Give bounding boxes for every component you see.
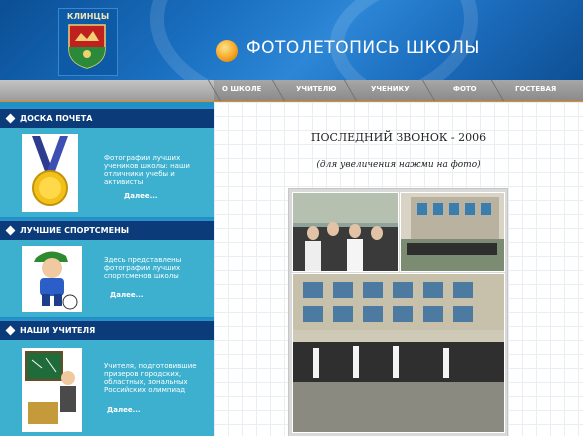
best-athletes-more-link[interactable]: Далее... xyxy=(110,291,144,299)
sidebar-section-best-athletes: ЛУЧШИЕ СПОРТСМЕНЫ Здесь представлены фот… xyxy=(0,219,214,317)
sidebar-section-honor-board: ДОСКА ПОЧЕТА Фотографии лучших учеников … xyxy=(0,107,214,217)
nav-left-panel xyxy=(0,80,214,101)
city-coat-of-arms-icon xyxy=(68,24,106,69)
diamond-bullet-icon xyxy=(5,225,16,236)
nav-item-about-school[interactable]: О ШКОЛЕ xyxy=(222,85,261,93)
sidebar-section-description: Учителя, подготовившие призеров городски… xyxy=(104,362,197,394)
teacher-at-blackboard-icon xyxy=(25,351,76,424)
sidebar-section-title[interactable]: ЛУЧШИЕ СПОРТСМЕНЫ xyxy=(20,226,129,235)
main-content: ПОСЛЕДНИЙ ЗВОНОК - 2006 (для увеличения … xyxy=(214,102,583,436)
site-header: КЛИНЦЫ ФОТОЛЕТОПИСЬ ШКОЛЫ xyxy=(0,0,583,80)
diamond-bullet-icon xyxy=(5,325,16,336)
sidebar: ДОСКА ПОЧЕТА Фотографии лучших учеников … xyxy=(0,102,214,436)
nav-item-guestbook[interactable]: ГОСТЕВАЯ xyxy=(515,85,556,93)
photo-thumbnail[interactable] xyxy=(400,192,505,272)
page-subtitle: (для увеличения нажми на фото) xyxy=(316,160,481,170)
photo-gallery xyxy=(288,188,508,436)
crest-panel: КЛИНЦЫ xyxy=(58,8,118,76)
sidebar-section-header: НАШИ УЧИТЕЛЯ xyxy=(0,319,214,341)
sidebar-section-our-teachers: НАШИ УЧИТЕЛЯ Учителя, подготовившие приз… xyxy=(0,319,214,436)
nav-separator xyxy=(421,80,436,101)
sidebar-section-title[interactable]: ДОСКА ПОЧЕТА xyxy=(20,114,92,123)
sidebar-section-description: Здесь представлены фотографии лучших спо… xyxy=(104,256,182,280)
photo-school-yard xyxy=(401,193,504,271)
orange-sphere-icon xyxy=(216,40,238,62)
sidebar-section-header: ДОСКА ПОЧЕТА xyxy=(0,107,214,129)
nav-separator xyxy=(271,80,286,101)
sidebar-section-header: ЛУЧШИЕ СПОРТСМЕНЫ xyxy=(0,219,214,241)
honor-board-more-link[interactable]: Далее... xyxy=(124,192,158,200)
page-title: ПОСЛЕДНИЙ ЗВОНОК - 2006 xyxy=(310,131,487,144)
gold-medal-image[interactable] xyxy=(22,134,78,212)
nav-item-photo[interactable]: ФОТО xyxy=(453,85,477,93)
site-title: ФОТОЛЕТОПИСЬ ШКОЛЫ xyxy=(246,38,480,58)
sidebar-section-body: Учителя, подготовившие призеров городски… xyxy=(0,340,214,436)
nav-item-teacher[interactable]: УЧИТЕЛЮ xyxy=(296,85,337,93)
sidebar-section-title[interactable]: НАШИ УЧИТЕЛЯ xyxy=(20,326,95,335)
athlete-boy-icon xyxy=(34,251,78,310)
sidebar-section-body: Фотографии лучших учеников школы: наши о… xyxy=(0,128,214,217)
sidebar-section-body: Здесь представлены фотографии лучших спо… xyxy=(0,240,214,317)
nav-item-student[interactable]: УЧЕНИКУ xyxy=(371,85,410,93)
teacher-image[interactable] xyxy=(22,348,82,432)
diamond-bullet-icon xyxy=(5,113,16,124)
photo-thumbnail[interactable] xyxy=(292,273,505,433)
sidebar-section-description: Фотографии лучших учеников школы: наши о… xyxy=(104,154,190,186)
our-teachers-more-link[interactable]: Далее... xyxy=(107,406,141,414)
page: КЛИНЦЫ ФОТОЛЕТОПИСЬ ШКОЛЫ О ШКОЛЕ УЧИТЕЛ… xyxy=(0,0,583,436)
athlete-boy-image[interactable] xyxy=(22,246,82,312)
main-navigation: О ШКОЛЕ УЧИТЕЛЮ УЧЕНИКУ ФОТО ГОСТЕВАЯ xyxy=(0,80,583,103)
nav-separator xyxy=(343,80,358,101)
gold-medal-icon xyxy=(32,136,68,206)
photo-graduates-group xyxy=(293,193,398,271)
photo-thumbnail[interactable] xyxy=(292,192,399,272)
photo-school-building-crowd xyxy=(293,274,504,432)
crest-title: КЛИНЦЫ xyxy=(66,12,110,21)
nav-separator xyxy=(490,80,505,101)
